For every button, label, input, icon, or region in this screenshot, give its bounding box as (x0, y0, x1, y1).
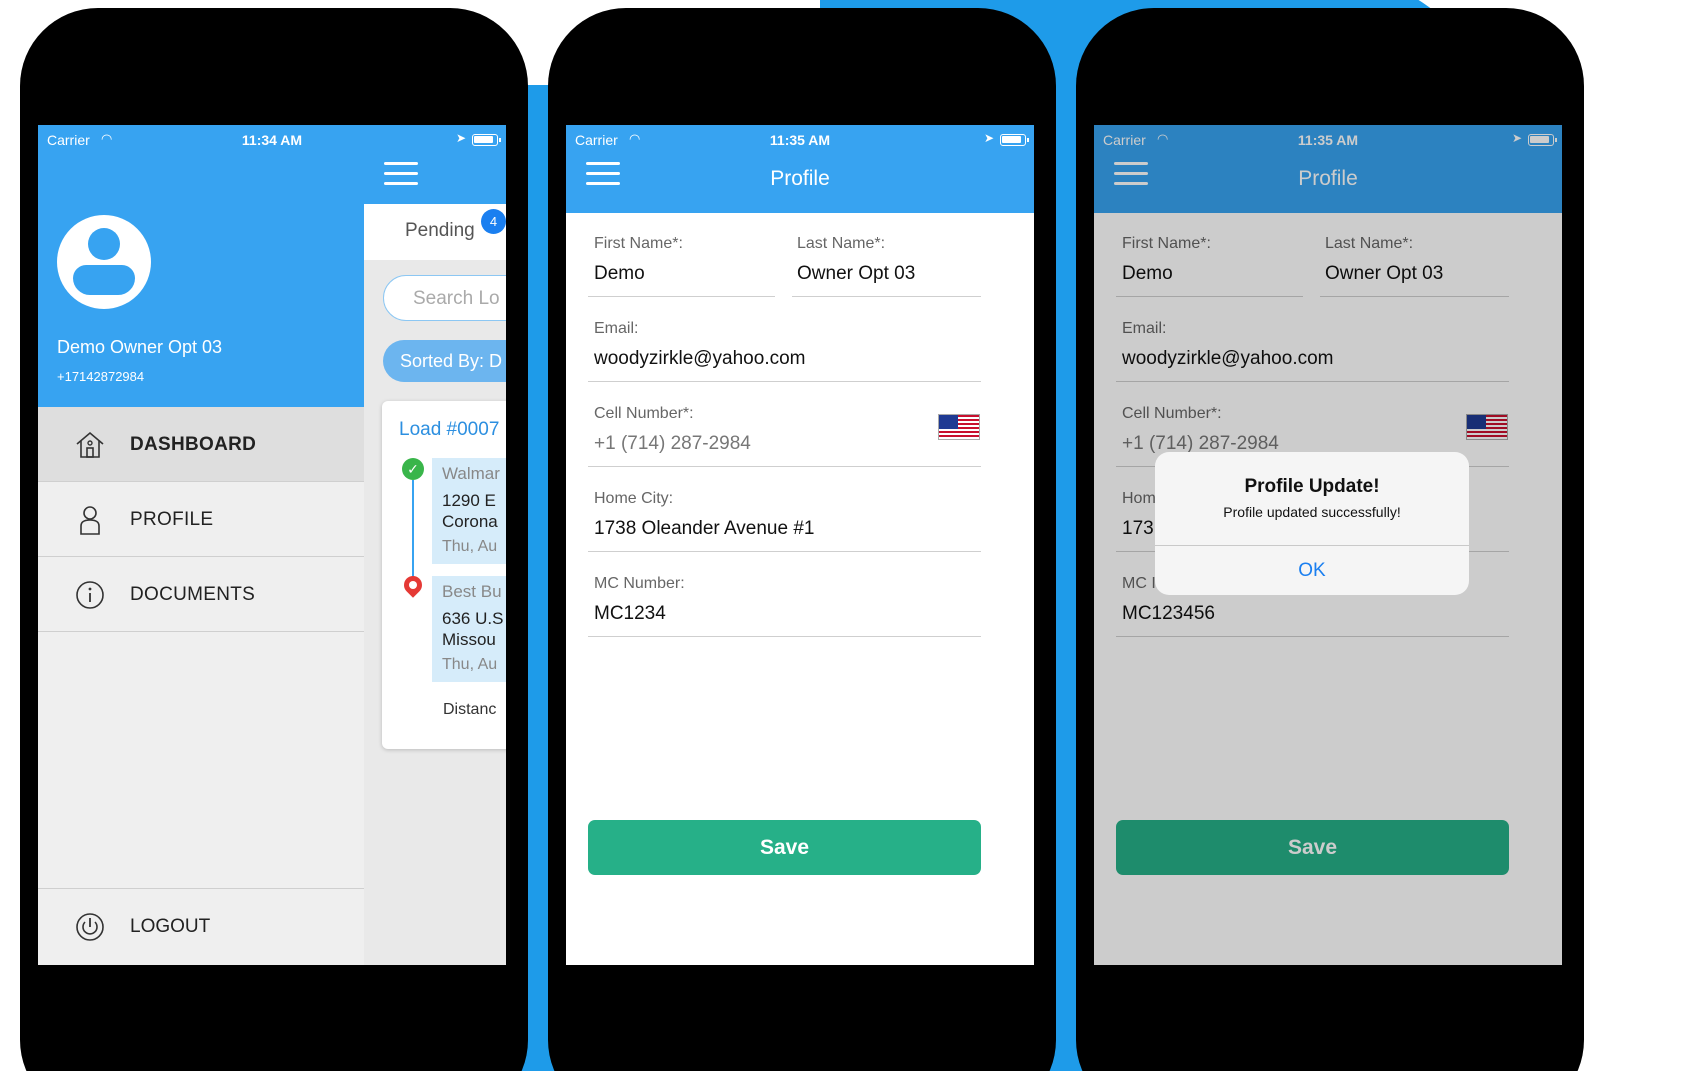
search-placeholder: Search Lo (413, 288, 500, 309)
save-button[interactable]: Save (588, 820, 981, 875)
alert-message: Profile updated successfully! (1223, 504, 1401, 520)
battery-icon (472, 134, 501, 146)
dropoff-date: Thu, Au (442, 656, 498, 673)
pickup-address-line1: 1290 E (442, 491, 496, 510)
menu-item-logout[interactable]: LOGOUT (38, 888, 364, 965)
status-bar: Carrier ◠ 11:34 AM ➤ (38, 125, 506, 155)
dropoff-stop: Best Bu 636 U.S Missou Thu, Au (432, 576, 506, 682)
cell-number-field[interactable]: +1 (714) 287-2984 (594, 433, 751, 455)
menu-item-documents[interactable]: DOCUMENTS (38, 557, 364, 632)
menu-hamburger-icon[interactable] (384, 162, 418, 186)
menu-label-logout: LOGOUT (130, 916, 211, 937)
location-arrow-icon: ➤ (983, 131, 994, 145)
peek-tab-bar: Pending 4 (364, 204, 506, 260)
drawer-user-phone: +17142872984 (57, 369, 145, 384)
divider (588, 381, 981, 382)
sort-button[interactable]: Sorted By: D (383, 340, 506, 382)
dropoff-address-line1: 636 U.S (442, 609, 504, 628)
drawer-menu: DASHBOARD PROFILE DOCUMENTS LOGOUT (38, 407, 364, 965)
home-icon (76, 431, 104, 458)
pickup-name: Walmar (442, 464, 500, 483)
tab-pending[interactable]: Pending (405, 220, 475, 242)
battery-icon (1000, 134, 1029, 146)
email-label: Email: (594, 320, 639, 337)
profile-alert-screen: Profile Carrier ◠ 11:35 AM ➤ First Name*… (1094, 125, 1562, 965)
dashboard-peek: Pending 4 Search Lo Sorted By: D Load #0… (364, 125, 506, 965)
last-name-label: Last Name*: (797, 235, 886, 252)
menu-item-profile[interactable]: PROFILE (38, 482, 364, 557)
status-time: 11:34 AM (241, 132, 303, 148)
location-arrow-icon: ➤ (455, 131, 466, 145)
ok-button[interactable]: OK (1155, 546, 1469, 595)
phone-frame-drawer: Demo Owner Opt 03 +17142872984 DASHBOARD… (20, 8, 528, 1071)
first-name-label: First Name*: (594, 235, 683, 252)
pickup-address-line2: Corona (442, 512, 498, 531)
alert-title: Profile Update! (1244, 476, 1380, 497)
menu-label-dashboard: DASHBOARD (130, 434, 257, 455)
load-id: Load #0007 (399, 419, 500, 440)
menu-label-profile: PROFILE (130, 509, 214, 530)
map-pin-icon (400, 572, 426, 598)
pickup-date: Thu, Au (442, 538, 498, 555)
avatar (57, 215, 151, 309)
divider (588, 636, 981, 637)
sort-label: Sorted By: D (400, 351, 503, 371)
last-name-field[interactable]: Owner Opt 03 (797, 263, 915, 285)
drawer-screen: Demo Owner Opt 03 +17142872984 DASHBOARD… (38, 125, 506, 965)
divider (588, 296, 775, 297)
distance-label: Distanc (443, 701, 497, 718)
phone-frame-profile: Profile Carrier ◠ 11:35 AM ➤ First Name*… (548, 8, 1056, 1071)
user-icon (80, 506, 100, 535)
dropoff-address-line2: Missou (442, 630, 496, 649)
first-name-field[interactable]: Demo (594, 263, 645, 285)
dropoff-name: Best Bu (442, 582, 502, 601)
pickup-stop: Walmar 1290 E Corona Thu, Au (432, 458, 506, 564)
alert-dialog: Profile Update! Profile updated successf… (1155, 452, 1469, 595)
divider (588, 466, 981, 467)
drawer-user-name: Demo Owner Opt 03 (57, 337, 223, 357)
check-icon: ✓ (402, 458, 424, 480)
power-icon (76, 913, 104, 941)
us-flag-icon[interactable] (938, 414, 980, 440)
profile-screen: Profile Carrier ◠ 11:35 AM ➤ First Name*… (566, 125, 1034, 965)
pending-count-badge: 4 (481, 209, 506, 234)
status-bar: Carrier ◠ 11:35 AM ➤ (566, 125, 1034, 155)
phone-frame-profile-alert: Profile Carrier ◠ 11:35 AM ➤ First Name*… (1076, 8, 1584, 1071)
divider (588, 551, 981, 552)
avatar-body (73, 265, 135, 295)
page-title: Profile (770, 167, 830, 190)
avatar-head (88, 228, 120, 260)
mc-number-field[interactable]: MC1234 (594, 603, 666, 625)
email-field[interactable]: woodyzirkle@yahoo.com (594, 348, 806, 370)
drawer-header: Demo Owner Opt 03 +17142872984 (38, 125, 364, 407)
menu-label-documents: DOCUMENTS (130, 584, 256, 605)
search-input[interactable]: Search Lo (383, 275, 506, 321)
cell-number-label: Cell Number*: (594, 405, 694, 422)
home-city-label: Home City: (594, 490, 674, 507)
divider (792, 296, 981, 297)
load-card[interactable]: Load #0007 ✓ Walmar 1290 E Corona Thu, A… (382, 401, 506, 749)
menu-item-dashboard[interactable]: DASHBOARD (38, 407, 364, 482)
status-time: 11:35 AM (769, 132, 831, 148)
home-city-field[interactable]: 1738 Oleander Avenue #1 (594, 518, 814, 540)
info-icon (76, 581, 104, 609)
mc-number-label: MC Number: (594, 575, 685, 592)
